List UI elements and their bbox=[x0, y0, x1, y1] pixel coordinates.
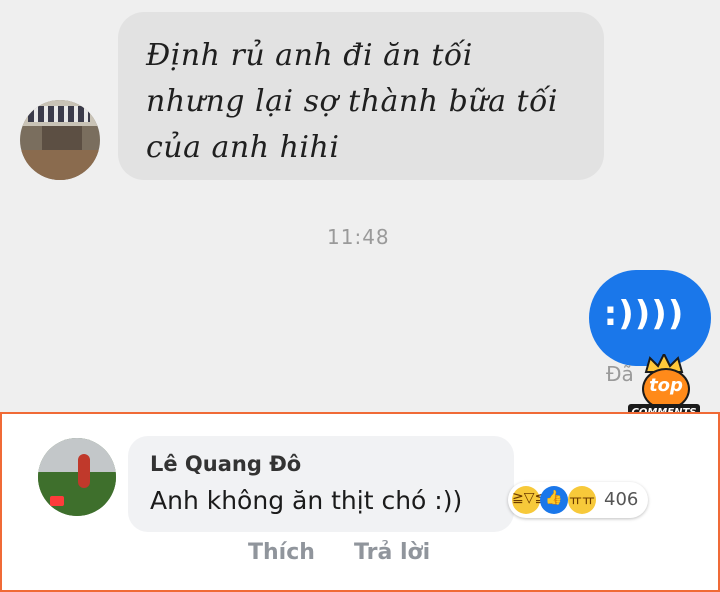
reaction-summary[interactable]: ≧▽≦ 👍 ㅠㅠ 406 bbox=[508, 482, 648, 518]
message-line: nhưng lại sợ thành bữa tối bbox=[146, 84, 559, 119]
sad-icon: ㅠㅠ bbox=[568, 486, 596, 514]
message-timestamp: 11:48 bbox=[327, 225, 390, 249]
reaction-count: 406 bbox=[604, 489, 639, 510]
outgoing-message-text: :)))) bbox=[603, 294, 685, 334]
message-line: của anh hihi bbox=[146, 130, 340, 165]
haha-icon: ≧▽≦ bbox=[512, 486, 546, 514]
like-button[interactable]: Thích bbox=[248, 540, 315, 565]
sender-avatar[interactable] bbox=[20, 100, 100, 180]
commenter-name[interactable]: Lê Quang Đô bbox=[150, 452, 301, 476]
outgoing-message-bubble[interactable]: :)))) bbox=[589, 270, 711, 366]
like-icon: 👍 bbox=[540, 486, 568, 514]
comment-bubble: Lê Quang Đô Anh không ăn thịt chó :)) bbox=[128, 436, 514, 532]
reply-button[interactable]: Trả lời bbox=[354, 540, 430, 565]
commenter-avatar[interactable] bbox=[38, 438, 116, 516]
comment-text: Anh không ăn thịt chó :)) bbox=[150, 486, 463, 515]
message-line: Định rủ anh đi ăn tối bbox=[146, 38, 473, 73]
messenger-conversation: Định rủ anh đi ăn tối nhưng lại sợ thành… bbox=[0, 0, 720, 412]
facebook-comment-panel: Lê Quang Đô Anh không ăn thịt chó :)) ≧▽… bbox=[0, 412, 720, 592]
logo-top-text: top bbox=[649, 375, 683, 396]
incoming-message-bubble[interactable]: Định rủ anh đi ăn tối nhưng lại sợ thành… bbox=[118, 12, 604, 180]
